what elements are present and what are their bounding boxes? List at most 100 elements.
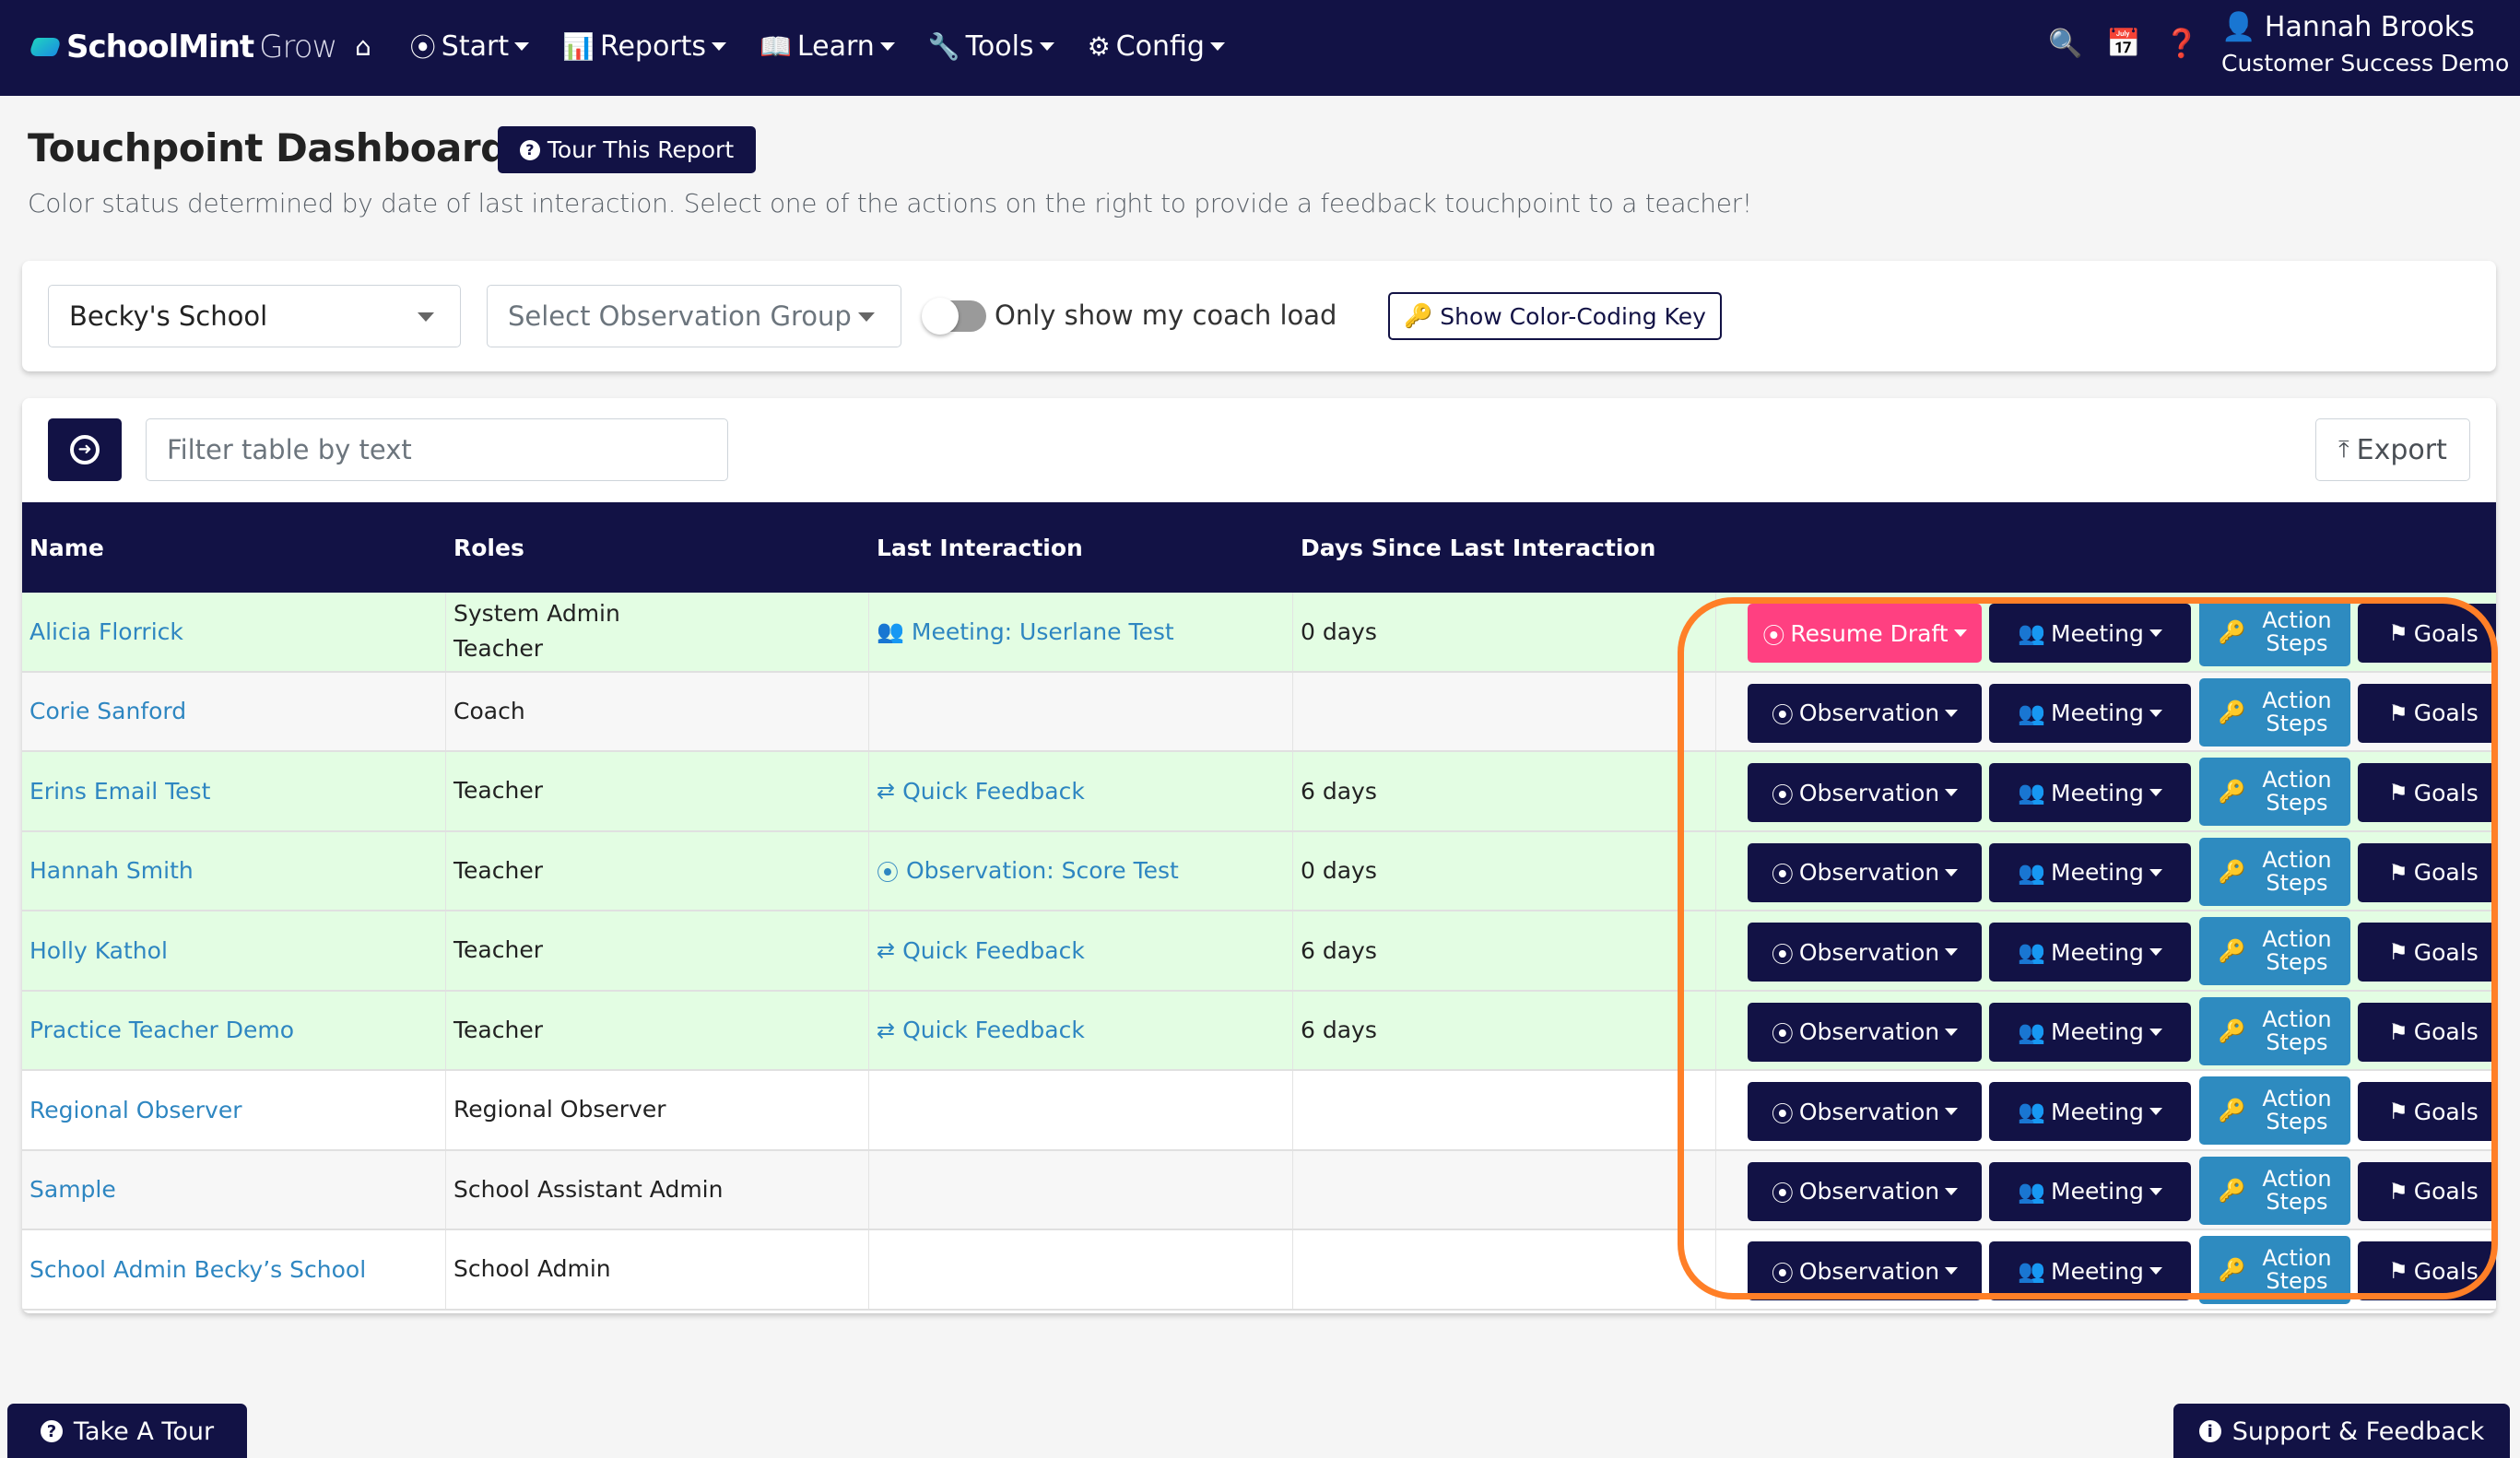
observation-button[interactable]: ⦿ Observation [1748, 763, 1982, 822]
last-interaction-link[interactable]: ⇄ Quick Feedback [877, 937, 1292, 964]
nav-config[interactable]: ⚙ Config [1088, 30, 1225, 63]
coach-load-toggle[interactable] [922, 298, 986, 335]
table-filter-input[interactable] [146, 418, 728, 481]
meeting-button[interactable]: 👥 Meeting [1989, 683, 2191, 743]
observation-button[interactable]: ⦿ Observation [1748, 683, 1982, 743]
nav-home[interactable]: ⌂ [355, 31, 377, 62]
table-row: Sample School Assistant Admin ⦿ Observati… [22, 1150, 2496, 1230]
last-interaction-link[interactable]: ⇄ Quick Feedback [877, 1017, 1292, 1043]
meeting-button-label: Meeting [2051, 1098, 2144, 1125]
meeting-button[interactable]: 👥 Meeting [1989, 763, 2191, 822]
observation-group-select[interactable]: Select Observation Group [487, 285, 901, 347]
meeting-button[interactable]: 👥 Meeting [1989, 1161, 2191, 1221]
nav-learn[interactable]: 📖 Learn [760, 30, 895, 63]
last-interaction-link[interactable]: ⇄ Quick Feedback [877, 778, 1292, 805]
caret-down-icon [2149, 1187, 2162, 1195]
teacher-name-link[interactable]: School Admin Becky’s School [29, 1256, 445, 1283]
observation-button[interactable]: ⦿ Observation [1748, 1161, 1982, 1221]
flag-icon: ⚑ [2388, 859, 2408, 886]
goals-button[interactable]: ⚑ Goals [2358, 1082, 2496, 1141]
last-interaction-cell [869, 1230, 1293, 1309]
meeting-button-label: Meeting [2051, 779, 2144, 806]
caret-down-icon [2149, 1108, 2162, 1115]
action-steps-button[interactable]: 🔑 Action Steps [2199, 1076, 2350, 1145]
resume-draft-button[interactable]: ⦿ Resume Draft [1748, 604, 1982, 663]
roles-cell: Teacher [446, 831, 869, 910]
actions-cell: ⦿ Observation 👥 Meeting 🔑 Action Steps ⚑ Goal… [1716, 992, 2496, 1070]
action-steps-button[interactable]: 🔑 Action Steps [2199, 758, 2350, 826]
school-select[interactable]: Becky's School [48, 285, 461, 347]
calendar-icon[interactable]: 📅 [2106, 28, 2140, 60]
goals-button[interactable]: ⚑ Goals [2358, 923, 2496, 982]
teacher-name-link[interactable]: Regional Observer [29, 1097, 445, 1123]
meeting-button[interactable]: 👥 Meeting [1989, 604, 2191, 663]
teacher-name-link[interactable]: Holly Kathol [29, 937, 445, 964]
nav-tools[interactable]: 🔧 Tools [928, 30, 1054, 63]
action-steps-button[interactable]: 🔑 Action Steps [2199, 677, 2350, 747]
observation-button[interactable]: ⦿ Observation [1748, 923, 1982, 982]
column-header-days-since[interactable]: Days Since Last Interaction [1293, 502, 1754, 593]
action-steps-button[interactable]: 🔑 Action Steps [2199, 837, 2350, 906]
meeting-button[interactable]: 👥 Meeting [1989, 1002, 2191, 1062]
take-a-tour-button[interactable]: ? Take A Tour [7, 1404, 247, 1458]
support-feedback-button[interactable]: i Support & Feedback [2173, 1404, 2510, 1458]
brand-logo[interactable]: SchoolMint Grow [28, 24, 337, 70]
observation-button[interactable]: ⦿ Observation [1748, 842, 1982, 902]
action-steps-label: Action Steps [2262, 1088, 2331, 1134]
observation-button[interactable]: ⦿ Observation [1748, 1002, 1982, 1062]
action-steps-button[interactable]: 🔑 Action Steps [2199, 1156, 2350, 1225]
user-menu[interactable]: 👤 Hannah Brooks [2221, 11, 2475, 43]
teacher-name-link[interactable]: Practice Teacher Demo [29, 1017, 445, 1043]
action-steps-button[interactable]: 🔑 Action Steps [2199, 598, 2350, 666]
meeting-button[interactable]: 👥 Meeting [1989, 1082, 2191, 1141]
teacher-name-link[interactable]: Corie Sanford [29, 698, 445, 724]
last-interaction-link[interactable]: ⦿ Observation: Score Test [877, 854, 1292, 887]
teacher-name-link[interactable]: Erins Email Test [29, 778, 445, 805]
teacher-name-link[interactable]: Alicia Florrick [29, 618, 445, 645]
compass-icon: ⦿ [1771, 1021, 1794, 1047]
last-interaction-link[interactable]: 👥 Meeting: Userlane Test [877, 618, 1292, 645]
meeting-button[interactable]: 👥 Meeting [1989, 1241, 2191, 1300]
flag-icon: ⚑ [2388, 939, 2408, 965]
name-cell: School Admin Becky’s School [22, 1230, 446, 1309]
days-cell [1293, 1230, 1716, 1309]
observation-button[interactable]: ⦿ Observation [1748, 1241, 1982, 1300]
roles-cell: Regional Observer [446, 1071, 869, 1149]
goals-button[interactable]: ⚑ Goals [2358, 604, 2496, 663]
nav-start[interactable]: ⦿ Start [410, 28, 530, 65]
action-steps-button[interactable]: 🔑 Action Steps [2199, 917, 2350, 985]
goals-button[interactable]: ⚑ Goals [2358, 842, 2496, 902]
meeting-button[interactable]: 👥 Meeting [1989, 842, 2191, 902]
book-icon: 📖 [760, 30, 792, 62]
last-interaction-cell [869, 1150, 1293, 1229]
goals-button[interactable]: ⚑ Goals [2358, 763, 2496, 822]
show-color-key-button[interactable]: 🔑 Show Color-Coding Key [1388, 292, 1722, 340]
filter-go-button[interactable]: ➜ [48, 418, 122, 481]
meeting-button[interactable]: 👥 Meeting [1989, 923, 2191, 982]
nav-reports[interactable]: 📊 Reports [562, 30, 727, 63]
goals-button[interactable]: ⚑ Goals [2358, 1241, 2496, 1300]
table-row: Practice Teacher Demo Teacher ⇄ Quick Fee… [22, 991, 2496, 1071]
user-icon: 👤 [2221, 11, 2256, 43]
goals-button-label: Goals [2413, 779, 2479, 806]
caret-down-icon [1945, 868, 1959, 876]
column-header-name[interactable]: Name [22, 502, 446, 593]
teacher-name-link[interactable]: Hannah Smith [29, 857, 445, 884]
tour-this-report-button[interactable]: ? Tour This Report [498, 126, 756, 173]
arrow-circle-right-icon: ➜ [70, 435, 100, 464]
action-steps-button[interactable]: 🔑 Action Steps [2199, 1236, 2350, 1304]
resume-draft-button-label: Resume Draft [1790, 619, 1949, 647]
goals-button[interactable]: ⚑ Goals [2358, 1002, 2496, 1062]
goals-button[interactable]: ⚑ Goals [2358, 683, 2496, 743]
last-interaction-text: Meeting: Userlane Test [911, 617, 1174, 645]
goals-button[interactable]: ⚑ Goals [2358, 1161, 2496, 1221]
action-steps-button[interactable]: 🔑 Action Steps [2199, 996, 2350, 1065]
observation-button[interactable]: ⦿ Observation [1748, 1082, 1982, 1141]
export-button[interactable]: ⤒ Export [2315, 418, 2470, 481]
search-icon[interactable]: 🔍 [2048, 28, 2082, 60]
column-header-last-interaction[interactable]: Last Interaction [869, 502, 1293, 593]
help-icon[interactable]: ❓ [2164, 28, 2198, 60]
column-header-roles[interactable]: Roles [446, 502, 869, 593]
compass-icon: ⦿ [877, 860, 899, 887]
teacher-name-link[interactable]: Sample [29, 1176, 445, 1203]
